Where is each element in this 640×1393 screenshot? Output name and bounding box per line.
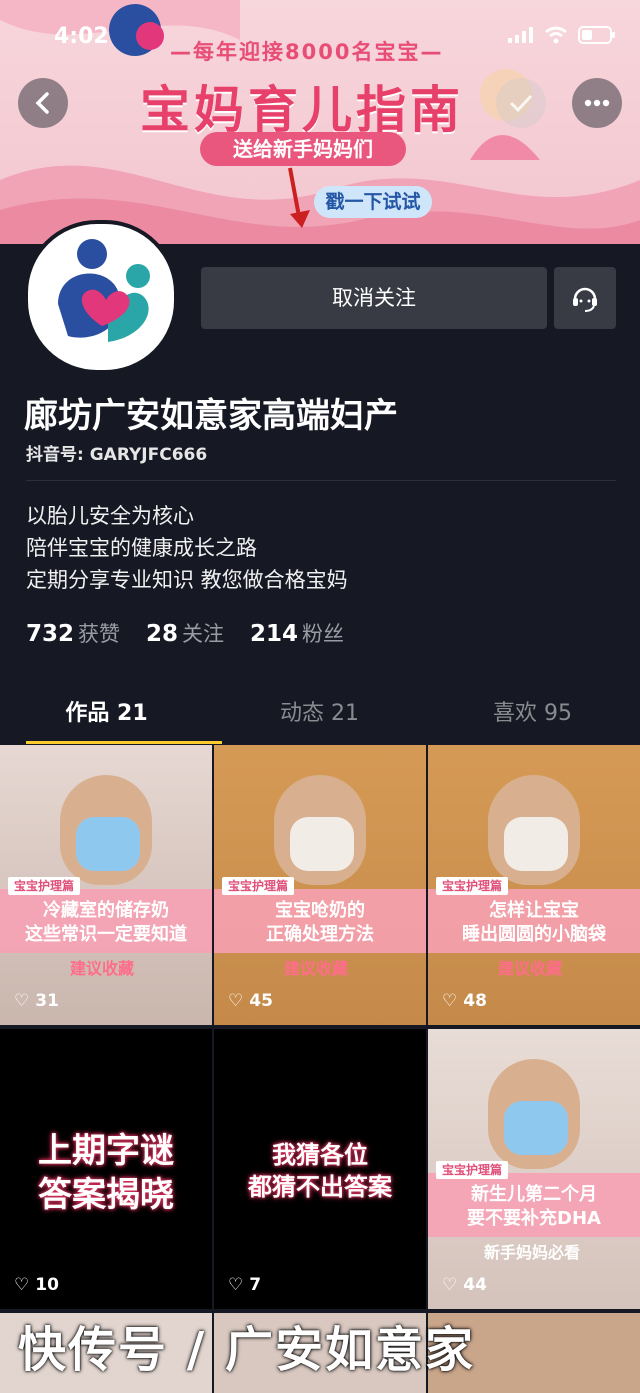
like-count: ♡ 7	[228, 1275, 261, 1295]
caption-line: 这些常识一定要知道	[25, 924, 187, 945]
stat-following[interactable]: 28 关注	[146, 618, 224, 648]
more-dots-icon	[584, 99, 610, 107]
video-big-caption: 我猜各位都猜不出答案	[214, 1139, 426, 1203]
watermark: 快传号 / 广安如意家	[18, 1322, 475, 1378]
profile-bio: 以胎儿安全为核心 陪伴宝宝的健康成长之路 定期分享专业知识 教您做合格宝妈	[26, 500, 348, 596]
like-count: ♡ 45	[228, 991, 273, 1011]
status-time: 4:02	[54, 24, 109, 49]
heart-icon: ♡	[14, 991, 30, 1011]
video-tag: 宝宝护理篇	[8, 877, 81, 895]
like-count: ♡ 31	[14, 991, 59, 1011]
stat-followers[interactable]: 214 粉丝	[250, 618, 344, 648]
video-tag: 宝宝护理篇	[222, 877, 295, 895]
video-caption: 新生儿第二个月 要不要补充DHA	[428, 1173, 640, 1237]
caption-line: 正确处理方法	[266, 924, 374, 945]
like-count-value: 31	[35, 991, 59, 1011]
mask-shape	[504, 817, 568, 871]
profile-name: 廊坊广安如意家高端妇产	[24, 396, 398, 436]
signal-icon	[508, 27, 533, 43]
tab-activity[interactable]: 动态 21	[213, 684, 426, 744]
caption-line: 答案揭晓	[38, 1175, 174, 1215]
profile-stats: 732 获赞 28 关注 214 粉丝	[26, 618, 344, 648]
stat-label: 粉丝	[302, 622, 345, 646]
verified-check-button[interactable]	[496, 78, 546, 128]
like-count-value: 45	[249, 991, 273, 1011]
heart-icon: ♡	[228, 1275, 244, 1295]
bio-line: 定期分享专业知识 教您做合格宝妈	[26, 568, 348, 592]
like-count: ♡ 44	[442, 1275, 487, 1295]
video-subcaption: 建议收藏	[70, 959, 135, 978]
video-tag: 宝宝护理篇	[436, 1161, 509, 1179]
battery-icon	[578, 26, 615, 44]
like-count: ♡ 10	[14, 1275, 59, 1295]
banner-subtitle-pill: 送给新手妈妈们	[200, 132, 406, 166]
heart-icon: ♡	[228, 991, 244, 1011]
avatar[interactable]	[24, 220, 178, 374]
tab-works[interactable]: 作品 21	[0, 684, 213, 744]
headset-icon	[573, 287, 597, 312]
chevron-left-icon	[35, 92, 49, 114]
more-button[interactable]	[572, 78, 622, 128]
video-subcaption: 新手妈妈必看	[484, 1243, 581, 1262]
caption-line: 冷藏室的储存奶	[43, 900, 169, 921]
heart-icon: ♡	[442, 991, 458, 1011]
caption-line: 我猜各位	[272, 1141, 368, 1169]
banner-poke-label: 戳一下试试	[314, 186, 432, 218]
unfollow-button[interactable]: 取消关注	[201, 267, 547, 329]
video-tag: 宝宝护理篇	[436, 877, 509, 895]
active-tab-indicator	[26, 741, 222, 744]
wifi-icon	[545, 26, 567, 44]
stat-value: 214	[250, 621, 299, 647]
caption-line: 都猜不出答案	[248, 1173, 392, 1201]
video-caption: 怎样让宝宝睡出圆圆的小脑袋	[428, 889, 640, 953]
video-thumbnail[interactable]: 怎样让宝宝睡出圆圆的小脑袋 宝宝护理篇 建议收藏 ♡ 48	[428, 745, 640, 1025]
heart-icon: ♡	[14, 1275, 30, 1295]
caption-line: 睡出圆圆的小脑袋	[462, 924, 606, 945]
bio-line: 以胎儿安全为核心	[26, 504, 194, 528]
stat-likes[interactable]: 732 获赞	[26, 618, 120, 648]
video-thumbnail[interactable]: 冷藏室的储存奶 这些常识一定要知道 宝宝护理篇 建议收藏 ♡ 31	[0, 745, 212, 1025]
status-icons	[508, 26, 616, 44]
check-icon	[509, 94, 533, 113]
caption-line: 宝宝呛奶的	[275, 900, 365, 921]
bio-line: 陪伴宝宝的健康成长之路	[26, 536, 257, 560]
heart-icon: ♡	[442, 1275, 458, 1295]
caption-line: 新生儿第二个月	[471, 1184, 597, 1205]
douyin-id[interactable]: 抖音号: GARYJFC666	[26, 440, 207, 465]
video-subcaption: 建议收藏	[498, 959, 563, 978]
video-caption: 宝宝呛奶的正确处理方法	[214, 889, 426, 953]
caption-line: 要不要补充DHA	[467, 1208, 601, 1229]
like-count: ♡ 48	[442, 991, 487, 1011]
like-count-value: 7	[249, 1275, 262, 1295]
mask-shape	[76, 817, 140, 871]
video-thumbnail[interactable]: 新生儿第二个月 要不要补充DHA 宝宝护理篇 新手妈妈必看 ♡ 44	[428, 1029, 640, 1309]
stat-value: 28	[146, 621, 179, 647]
brand-logo-icon	[58, 239, 150, 342]
stat-label: 关注	[182, 622, 225, 646]
profile-tabs: 作品 21 动态 21 喜欢 95	[0, 684, 640, 744]
video-thumbnail[interactable]: 我猜各位都猜不出答案 ♡ 7	[214, 1029, 426, 1309]
divider	[26, 480, 616, 481]
caption-line: 怎样让宝宝	[489, 900, 579, 921]
video-caption: 冷藏室的储存奶 这些常识一定要知道	[0, 889, 212, 953]
caption-line: 上期字谜	[38, 1131, 174, 1171]
video-thumbnail[interactable]: 宝宝呛奶的正确处理方法 宝宝护理篇 建议收藏 ♡ 45	[214, 745, 426, 1025]
like-count-value: 48	[463, 991, 487, 1011]
video-subcaption: 建议收藏	[284, 959, 349, 978]
like-count-value: 10	[35, 1275, 59, 1295]
like-count-value: 44	[463, 1275, 487, 1295]
back-button[interactable]	[18, 78, 68, 128]
stat-label: 获赞	[78, 622, 121, 646]
tab-likes[interactable]: 喜欢 95	[426, 684, 639, 744]
video-thumbnail[interactable]: 上期字谜 答案揭晓 ♡ 10	[0, 1029, 212, 1309]
mask-shape	[290, 817, 354, 871]
video-big-caption: 上期字谜 答案揭晓	[0, 1129, 212, 1217]
mask-shape	[504, 1101, 568, 1155]
stat-value: 732	[26, 621, 75, 647]
customer-service-button[interactable]	[554, 267, 616, 329]
status-bar: 4:02	[0, 0, 640, 76]
